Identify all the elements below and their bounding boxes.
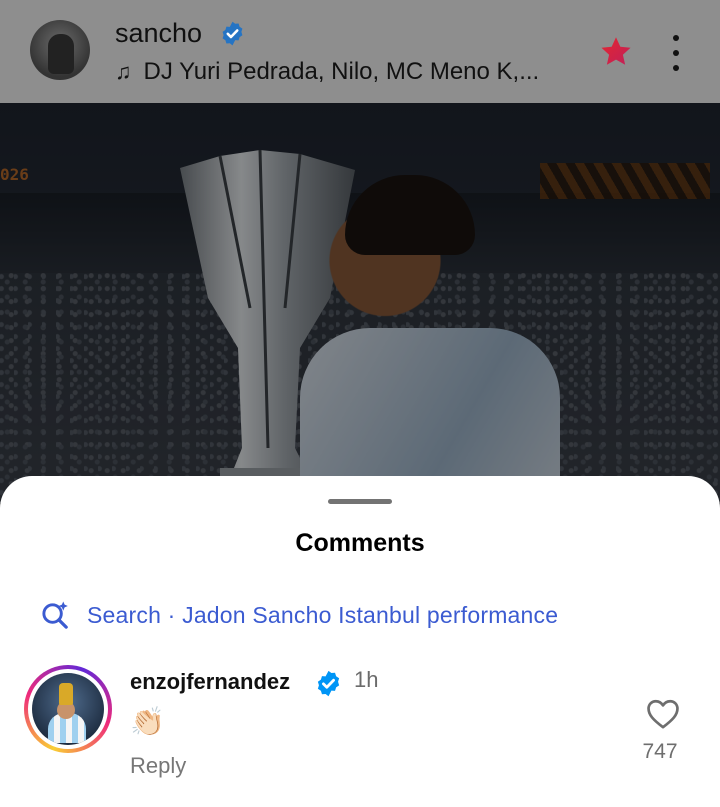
star-icon[interactable] — [598, 34, 634, 70]
search-sparkle-icon — [42, 601, 68, 629]
comments-title: Comments — [295, 529, 425, 557]
more-options-button[interactable] — [668, 35, 684, 71]
reply-button[interactable]: Reply — [130, 753, 186, 779]
post-audio-label: DJ Yuri Pedrada, Nilo, MC Meno K,... — [143, 58, 540, 85]
comment-item: enzojfernandez 1h 👏🏻 Reply 747 — [0, 661, 720, 801]
post-author-avatar[interactable] — [30, 20, 90, 80]
comments-sheet: Comments Search · Jadon Sancho Istanbul … — [0, 476, 720, 807]
post-photo: 026 — [0, 103, 720, 503]
post-header: sancho ♫ DJ Yuri Pedrada, Nilo, MC Meno … — [0, 0, 720, 103]
search-suggestion-link[interactable]: Search · Jadon Sancho Istanbul performan… — [40, 600, 558, 631]
verified-badge-icon — [317, 670, 340, 697]
commenter-avatar[interactable] — [24, 665, 112, 753]
sheet-drag-handle[interactable] — [328, 499, 392, 504]
comment-timestamp: 1h — [354, 667, 379, 692]
comment-like-count: 747 — [642, 740, 678, 763]
verified-badge-icon — [222, 21, 243, 46]
music-note-icon: ♫ — [115, 59, 132, 84]
comment-text: 👏🏻 — [130, 706, 165, 737]
post-audio-row[interactable]: ♫ DJ Yuri Pedrada, Nilo, MC Meno K,... — [115, 58, 539, 86]
commenter-username[interactable]: enzojfernandez — [130, 669, 290, 695]
post-author-username[interactable]: sancho — [115, 18, 202, 49]
heart-outline-icon[interactable] — [646, 698, 680, 730]
search-suggestion-text: Search · Jadon Sancho Istanbul performan… — [87, 602, 559, 628]
